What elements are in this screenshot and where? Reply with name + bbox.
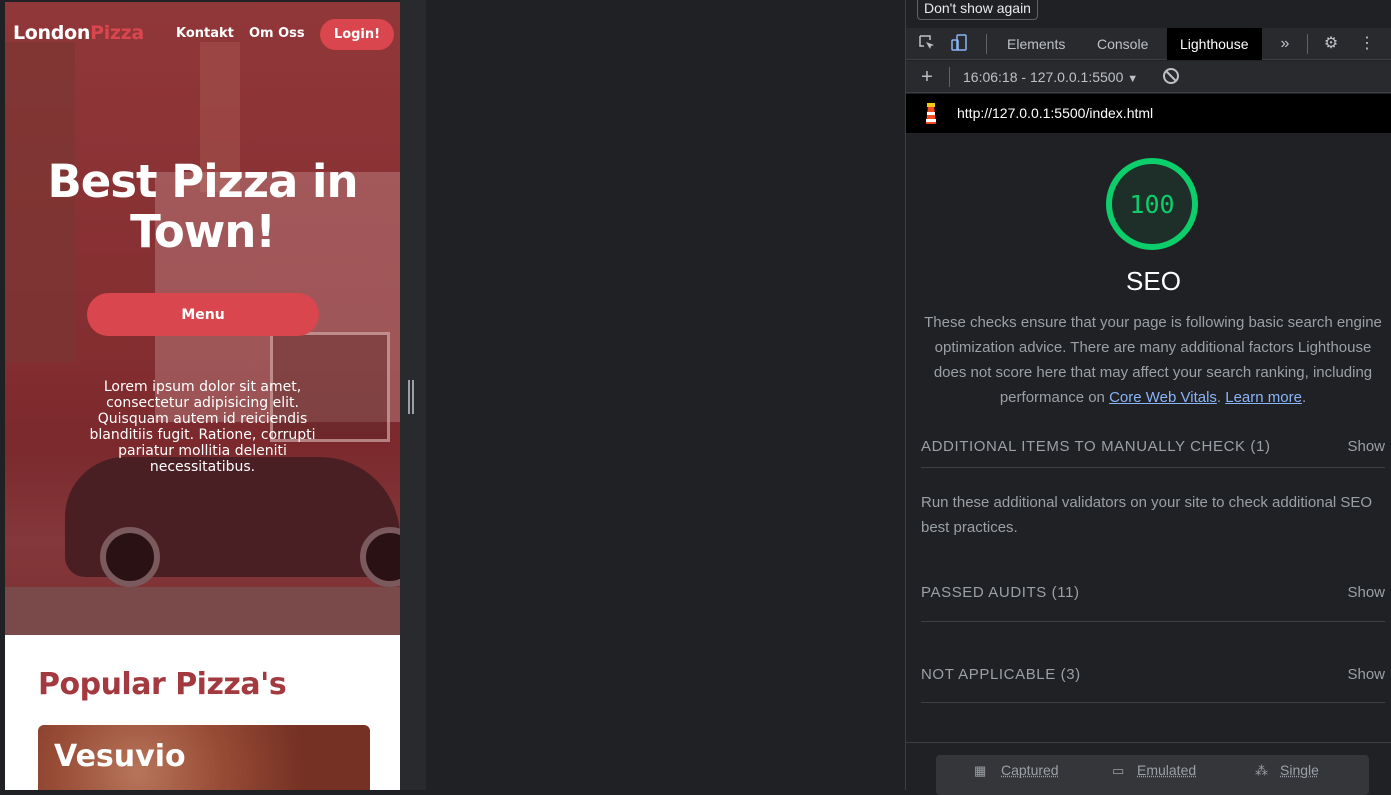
toolbar-separator	[1307, 34, 1308, 54]
pizza-card[interactable]: Vesuvio	[38, 725, 370, 790]
dropdown-arrow-icon: ▼	[1127, 73, 1138, 85]
emulated-label[interactable]: Emulated	[1137, 762, 1196, 778]
inspect-icon[interactable]	[917, 34, 937, 54]
more-tabs-icon[interactable]: »	[1275, 34, 1295, 54]
group-title: ADDITIONAL ITEMS TO MANUALLY CHECK (1)	[921, 438, 1271, 455]
captured-label[interactable]: Captured	[1001, 762, 1059, 778]
popular-pizzas-title: Popular Pizza's	[38, 667, 286, 702]
kebab-menu-icon[interactable]: ⋮	[1357, 34, 1377, 54]
hero-section: LondonPizza Kontakt Om Oss Login! Best P…	[5, 2, 400, 635]
report-url[interactable]: http://127.0.0.1:5500/index.html	[957, 105, 1153, 121]
page-preview: LondonPizza Kontakt Om Oss Login! Best P…	[5, 2, 400, 790]
site-logo[interactable]: LondonPizza	[13, 22, 144, 44]
category-title: SEO	[906, 266, 1391, 297]
toolbar-separator	[949, 67, 950, 87]
group-passed-audits[interactable]: PASSED AUDITS (11) Show	[921, 572, 1385, 622]
plus-icon[interactable]: +	[917, 67, 937, 87]
hero-title: Best Pizza in Town!	[25, 157, 380, 257]
report-selector-label: 16:06:18 - 127.0.0.1:5500	[963, 69, 1123, 85]
toolbar-separator	[986, 34, 987, 54]
tab-lighthouse[interactable]: Lighthouse	[1167, 28, 1262, 60]
background-car-wheel	[100, 527, 160, 587]
group-show-button[interactable]: Show	[1347, 438, 1385, 455]
category-description: These checks ensure that your page is fo…	[918, 310, 1388, 410]
tab-console[interactable]: Console	[1084, 28, 1161, 60]
score-value: 100	[1129, 190, 1174, 219]
group-title: NOT APPLICABLE (3)	[921, 666, 1081, 683]
login-button[interactable]: Login!	[320, 19, 394, 50]
score-gauge: 100	[1106, 158, 1198, 250]
settings-gear-icon[interactable]: ⚙	[1321, 34, 1341, 54]
resize-handle-icon[interactable]	[408, 380, 414, 414]
menu-button[interactable]: Menu	[87, 293, 319, 336]
group-title: PASSED AUDITS (11)	[921, 584, 1080, 601]
device-viewport: LondonPizza Kontakt Om Oss Login! Best P…	[0, 0, 426, 790]
dont-show-again-button[interactable]: Don't show again	[917, 0, 1038, 20]
clear-icon[interactable]	[1161, 67, 1181, 87]
devtools-panel: Don't show again Elements Console Lighth…	[905, 0, 1391, 790]
calendar-icon: ▦	[974, 763, 990, 779]
run-info-footer: ▦ Captured ▭ Emulated ⁂ Single	[906, 742, 1391, 790]
pizza-card-title: Vesuvio	[54, 739, 186, 774]
device-icon: ▭	[1112, 763, 1128, 779]
logo-accent: Pizza	[90, 22, 144, 44]
group-manual-check[interactable]: ADDITIONAL ITEMS TO MANUALLY CHECK (1) S…	[921, 426, 1385, 468]
lighthouse-icon	[922, 102, 940, 126]
lighthouse-report-bar: + 16:06:18 - 127.0.0.1:5500 ▼	[906, 61, 1391, 93]
group-show-button[interactable]: Show	[1347, 666, 1385, 683]
learn-more-link[interactable]: Learn more	[1225, 389, 1302, 406]
group-not-applicable[interactable]: NOT APPLICABLE (3) Show	[921, 654, 1385, 703]
single-label[interactable]: Single	[1280, 762, 1319, 778]
logo-main: London	[13, 22, 90, 44]
background-road	[5, 587, 400, 635]
hero-text: Lorem ipsum dolor sit amet, consectetur …	[75, 379, 330, 475]
group-show-button[interactable]: Show	[1347, 584, 1385, 601]
device-toggle-icon[interactable]	[950, 34, 970, 54]
manual-check-description: Run these additional validators on your …	[921, 490, 1381, 540]
nav-link-om-oss[interactable]: Om Oss	[249, 26, 305, 41]
lighthouse-url-bar: http://127.0.0.1:5500/index.html ⋮	[906, 94, 1391, 133]
report-selector[interactable]: 16:06:18 - 127.0.0.1:5500 ▼	[963, 69, 1138, 85]
nav-link-kontakt[interactable]: Kontakt	[176, 26, 234, 41]
site-nav: LondonPizza Kontakt Om Oss Login!	[5, 2, 400, 66]
single-icon: ⁂	[1255, 763, 1271, 779]
devtools-toolbar: Elements Console Lighthouse » ⚙ ⋮	[906, 28, 1391, 60]
core-web-vitals-link[interactable]: Core Web Vitals	[1109, 389, 1217, 406]
tab-elements[interactable]: Elements	[994, 28, 1078, 60]
